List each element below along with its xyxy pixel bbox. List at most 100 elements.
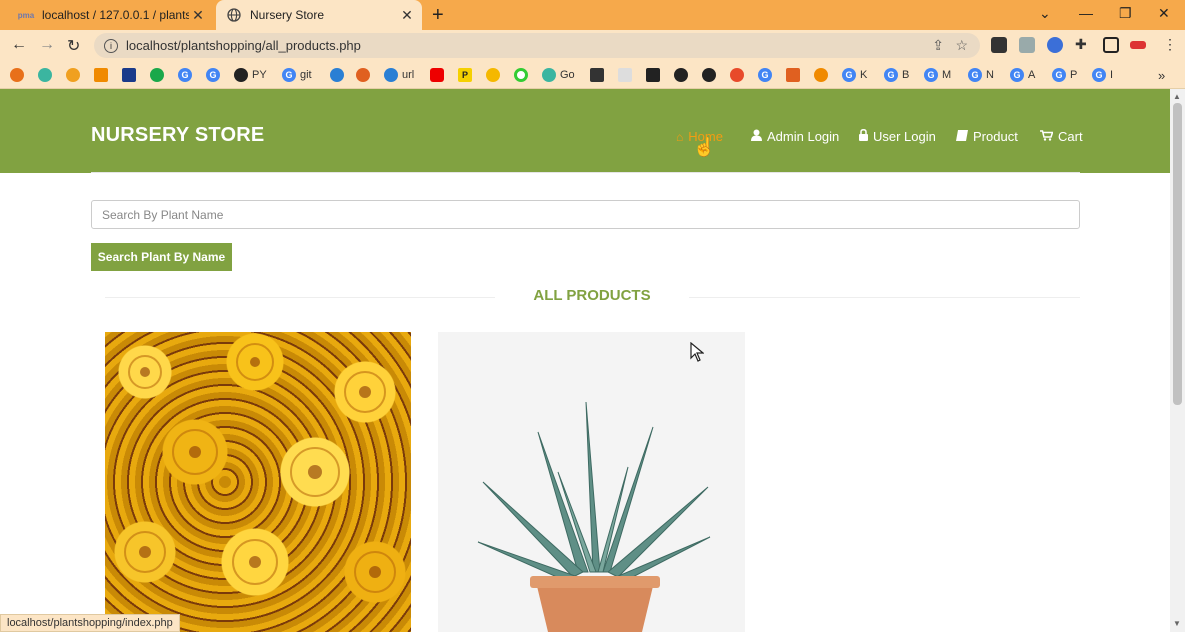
extension-at-icon[interactable]: [1047, 37, 1063, 53]
close-icon[interactable]: ✕: [189, 7, 207, 24]
phpmyadmin-icon: pma: [17, 10, 35, 20]
nav-cart-label: Cart: [1058, 129, 1083, 144]
bookmark-icon[interactable]: [94, 67, 112, 83]
google-icon[interactable]: G: [206, 67, 224, 83]
side-panel-icon[interactable]: [1103, 37, 1119, 53]
reload-icon[interactable]: ↻: [67, 36, 80, 56]
extension-image-icon[interactable]: [1019, 37, 1035, 53]
window-close-icon[interactable]: ✕: [1158, 5, 1170, 22]
bookmark-icon[interactable]: [356, 67, 374, 83]
minimize-icon[interactable]: —: [1079, 5, 1093, 21]
extension-panda-icon[interactable]: [991, 37, 1007, 53]
bookmark-a[interactable]: GA: [1010, 67, 1035, 83]
home-icon: ⌂: [676, 129, 684, 144]
bookmark-label: N: [986, 69, 994, 81]
hand-cursor-icon: ☝: [693, 137, 716, 157]
arrow-cursor-icon: [690, 341, 705, 367]
site-header: NURSERY STORE ⌂ Home Admin Login User Lo…: [0, 89, 1170, 173]
page-viewport: NURSERY STORE ⌂ Home Admin Login User Lo…: [0, 89, 1170, 632]
nav-admin-login-label: Admin Login: [767, 129, 840, 144]
chevron-down-icon[interactable]: ⌄: [1039, 5, 1051, 22]
nav-user-login-label: User Login: [873, 129, 936, 144]
bookmark-i[interactable]: GI: [1092, 67, 1113, 83]
globe-icon[interactable]: [702, 67, 720, 83]
bookmark-github[interactable]: PY: [234, 67, 267, 83]
brand-logo[interactable]: NURSERY STORE: [91, 124, 264, 147]
google-icon[interactable]: G: [178, 67, 196, 83]
forward-icon[interactable]: →: [39, 36, 55, 54]
bookmark-icon[interactable]: [514, 67, 532, 83]
bookmark-go[interactable]: Go: [542, 67, 575, 83]
product-image-agave[interactable]: [438, 332, 745, 632]
bookmark-icon[interactable]: [618, 67, 636, 83]
search-plant-button[interactable]: Search Plant By Name: [91, 243, 232, 271]
bookmark-icon[interactable]: P: [458, 67, 476, 83]
lock-icon: [859, 129, 868, 144]
google-icon[interactable]: G: [758, 67, 776, 83]
tab-phpmyadmin[interactable]: pma localhost / 127.0.0.1 / plantshopp ✕: [8, 0, 213, 30]
bookmark-icon[interactable]: [814, 67, 832, 83]
bookmark-icon[interactable]: [38, 67, 56, 83]
bookmark-icon[interactable]: [590, 67, 608, 83]
bookmark-label: git: [300, 69, 312, 81]
star-icon[interactable]: ☆: [955, 37, 968, 54]
page-scrollbar[interactable]: ▲ ▼: [1170, 89, 1185, 632]
bookmark-n[interactable]: GN: [968, 67, 994, 83]
nav-product-label: Product: [973, 129, 1018, 144]
share-icon[interactable]: ⇪: [932, 37, 944, 54]
bookmark-icon[interactable]: [646, 67, 664, 83]
bookmark-icon[interactable]: [150, 67, 168, 83]
globe-icon: [226, 7, 242, 23]
scroll-up-icon[interactable]: ▲: [1173, 92, 1181, 101]
nav-user-login[interactable]: User Login: [859, 129, 936, 144]
tab-title: localhost / 127.0.0.1 / plantshopp: [42, 8, 189, 22]
back-icon[interactable]: ←: [11, 36, 27, 54]
bookmark-label: M: [942, 69, 952, 81]
marigold-illustration: [124, 343, 396, 593]
youtube-icon[interactable]: [430, 67, 448, 83]
menu-icon[interactable]: ⋮: [1163, 36, 1177, 53]
nav-cart[interactable]: Cart: [1040, 129, 1083, 144]
bookmark-icon[interactable]: [330, 67, 348, 83]
scrollbar-thumb[interactable]: [1173, 103, 1182, 405]
bookmark-b[interactable]: GB: [884, 67, 909, 83]
bookmark-url[interactable]: url: [384, 67, 414, 83]
bookmark-icon[interactable]: [786, 67, 804, 83]
bookmark-k[interactable]: GK: [842, 67, 867, 83]
close-icon[interactable]: ✕: [398, 7, 416, 24]
cart-icon: [1040, 129, 1054, 144]
puzzle-icon[interactable]: ✚: [1075, 36, 1087, 53]
tab-title: Nursery Store: [250, 8, 325, 22]
address-bar-row: ← → ↻ i localhost/plantshopping/all_prod…: [0, 30, 1185, 61]
bookmark-label: B: [902, 69, 910, 81]
extension-badge-icon[interactable]: [1130, 41, 1146, 49]
globe-icon[interactable]: [674, 67, 692, 83]
new-tab-icon[interactable]: +: [432, 4, 444, 27]
search-input[interactable]: [91, 200, 1080, 229]
bookmark-icon[interactable]: [486, 67, 504, 83]
bookmark-icon[interactable]: [10, 67, 28, 83]
bookmark-icon[interactable]: [66, 67, 84, 83]
restore-icon[interactable]: ❐: [1119, 5, 1132, 22]
bookmark-m[interactable]: GM: [924, 67, 951, 83]
user-icon: [751, 129, 762, 144]
status-bar-url: localhost/plantshopping/index.php: [0, 614, 180, 632]
section-title: ALL PRODUCTS: [533, 287, 651, 304]
header-divider: [91, 172, 1080, 173]
bookmarks-bar: G G PY Ggit url P Go G GK GB GM GN GA GP…: [0, 61, 1185, 89]
chevron-right-icon[interactable]: »: [1158, 67, 1165, 83]
bookmark-git[interactable]: Ggit: [282, 67, 312, 83]
bookmark-p[interactable]: GP: [1052, 67, 1077, 83]
bookmark-label: K: [860, 69, 868, 81]
product-image-marigold[interactable]: [105, 332, 411, 632]
bookmark-icon[interactable]: [122, 67, 140, 83]
nav-product[interactable]: Product: [956, 129, 1018, 144]
bookmark-icon[interactable]: [730, 67, 748, 83]
browser-tab-strip: pma localhost / 127.0.0.1 / plantshopp ✕…: [0, 0, 1185, 30]
info-icon[interactable]: i: [104, 38, 118, 53]
address-bar[interactable]: i localhost/plantshopping/all_products.p…: [94, 33, 980, 58]
bookmark-label: I: [1110, 69, 1114, 81]
scroll-down-icon[interactable]: ▼: [1173, 619, 1181, 628]
nav-admin-login[interactable]: Admin Login: [751, 129, 839, 144]
tab-nursery-store[interactable]: Nursery Store ✕: [216, 0, 422, 30]
